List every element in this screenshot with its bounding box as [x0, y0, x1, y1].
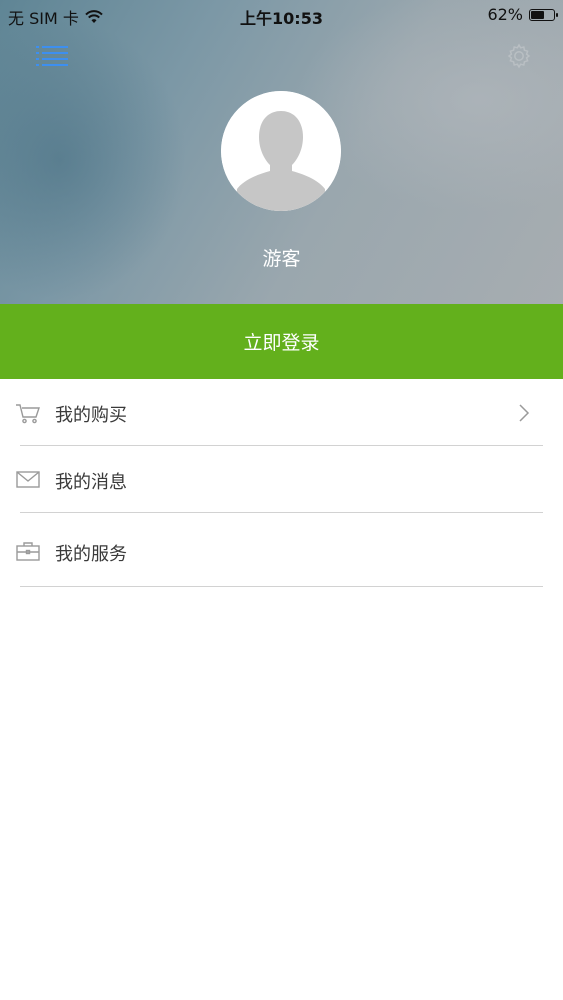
profile-header: 无 SIM 卡 上午10:53 62% 游客: [0, 0, 563, 304]
envelope-icon: [16, 471, 40, 488]
menu-item-purchases[interactable]: 我的购买: [0, 379, 563, 446]
menu-item-messages[interactable]: 我的消息: [0, 446, 563, 513]
status-time: 上午10:53: [240, 9, 323, 28]
list-menu-icon: [36, 46, 68, 66]
status-bar: 无 SIM 卡 上午10:53 62%: [0, 0, 563, 30]
avatar[interactable]: [221, 91, 341, 211]
menu-item-label: 我的消息: [55, 472, 127, 493]
menu-item-label: 我的购买: [55, 405, 127, 426]
menu-button[interactable]: [34, 42, 70, 70]
menu-list: 我的购买 我的消息 我的服务: [0, 379, 563, 587]
login-button[interactable]: 立即登录: [0, 304, 563, 379]
divider: [20, 586, 543, 587]
chevron-right-icon: [519, 404, 530, 422]
status-right: 62%: [487, 5, 558, 24]
login-label: 立即登录: [243, 332, 320, 354]
battery-percent: 62%: [487, 5, 523, 24]
default-avatar-icon: [221, 91, 341, 211]
battery-icon: [529, 8, 558, 21]
cart-icon: [16, 404, 40, 424]
briefcase-icon: [16, 542, 40, 561]
menu-item-services[interactable]: 我的服务: [0, 513, 563, 587]
battery-level-fill: [531, 10, 544, 19]
gear-icon: [507, 43, 531, 69]
phone-screen: 无 SIM 卡 上午10:53 62% 游客 立即登录 我的购买 我的消息 我的…: [0, 0, 563, 1000]
user-name: 游客: [262, 248, 301, 270]
settings-button[interactable]: [505, 42, 533, 70]
menu-item-label: 我的服务: [55, 544, 127, 565]
